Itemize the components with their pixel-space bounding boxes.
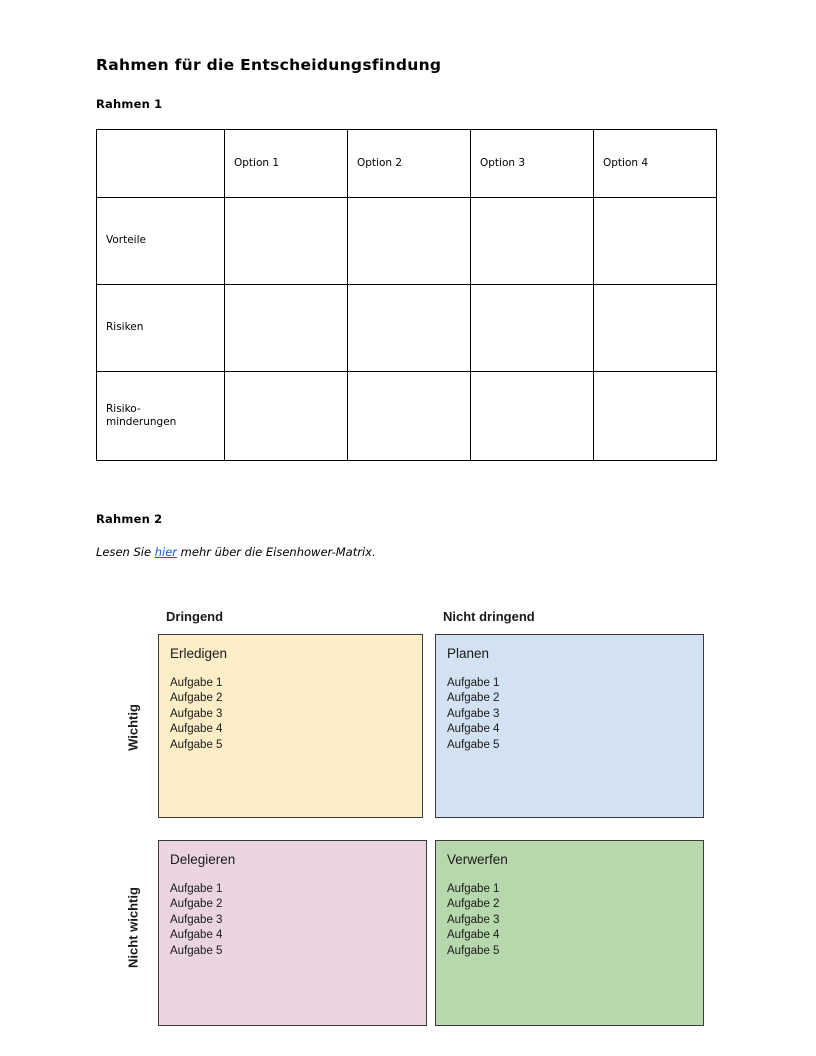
decision-matrix-table: Option 1 Option 2 Option 3 Option 4 Vort… [96, 129, 717, 461]
quadrant-title: Delegieren [170, 852, 236, 867]
list-item[interactable]: Aufgabe 5 [447, 738, 703, 754]
table-cell-risikominderungen-option-4[interactable] [593, 371, 717, 461]
list-item[interactable]: Aufgabe 3 [447, 707, 703, 723]
quadrant-task-list: Aufgabe 1 Aufgabe 2 Aufgabe 3 Aufgabe 4 … [447, 676, 703, 754]
eisenhower-intro-text: Lesen Sie hier mehr über die Eisenhower-… [96, 545, 376, 559]
row-label-line-2: minderungen [106, 416, 177, 428]
list-item[interactable]: Aufgabe 1 [170, 882, 426, 898]
list-item[interactable]: Aufgabe 2 [447, 691, 703, 707]
quadrant-title: Verwerfen [447, 852, 508, 867]
list-item[interactable]: Aufgabe 4 [447, 928, 703, 944]
row-label-line-1: Risiko- [106, 402, 141, 415]
intro-text-before-link: Lesen Sie [96, 545, 155, 559]
table-row-label-risiken: Risiken [96, 284, 225, 372]
list-item[interactable]: Aufgabe 4 [447, 722, 703, 738]
table-cell-vorteile-option-1[interactable] [224, 197, 348, 285]
table-cell-vorteile-option-3[interactable] [470, 197, 594, 285]
list-item[interactable]: Aufgabe 5 [170, 944, 426, 960]
table-cell-risikominderungen-option-1[interactable] [224, 371, 348, 461]
list-item[interactable]: Aufgabe 2 [170, 691, 422, 707]
matrix-row-header-nicht-wichtig: Nicht wichtig [125, 887, 141, 968]
list-item[interactable]: Aufgabe 3 [447, 913, 703, 929]
section-heading-rahmen-1: Rahmen 1 [96, 97, 163, 111]
table-cell-risikominderungen-option-2[interactable] [347, 371, 471, 461]
list-item[interactable]: Aufgabe 1 [447, 676, 703, 692]
table-row: Risiko- minderungen [96, 371, 717, 461]
list-item[interactable]: Aufgabe 3 [170, 707, 422, 723]
table-column-header-option-1: Option 1 [224, 129, 348, 198]
matrix-quadrant-planen[interactable]: Planen Aufgabe 1 Aufgabe 2 Aufgabe 3 Auf… [435, 634, 704, 818]
intro-text-after-link: mehr über die Eisenhower-Matrix. [177, 545, 376, 559]
quadrant-task-list: Aufgabe 1 Aufgabe 2 Aufgabe 3 Aufgabe 4 … [170, 882, 426, 960]
matrix-quadrant-verwerfen[interactable]: Verwerfen Aufgabe 1 Aufgabe 2 Aufgabe 3 … [435, 840, 704, 1026]
table-corner-cell [96, 129, 225, 198]
table-row-label-risikominderungen: Risiko- minderungen [96, 371, 225, 461]
table-cell-risikominderungen-option-3[interactable] [470, 371, 594, 461]
list-item[interactable]: Aufgabe 4 [170, 722, 422, 738]
list-item[interactable]: Aufgabe 2 [447, 897, 703, 913]
table-cell-risiken-option-3[interactable] [470, 284, 594, 372]
quadrant-task-list: Aufgabe 1 Aufgabe 2 Aufgabe 3 Aufgabe 4 … [170, 676, 422, 754]
section-heading-rahmen-2: Rahmen 2 [96, 512, 163, 526]
table-row: Risiken [96, 284, 717, 372]
matrix-column-header-nicht-dringend: Nicht dringend [443, 609, 535, 624]
matrix-quadrant-erledigen[interactable]: Erledigen Aufgabe 1 Aufgabe 2 Aufgabe 3 … [158, 634, 423, 818]
list-item[interactable]: Aufgabe 4 [170, 928, 426, 944]
matrix-column-header-dringend: Dringend [166, 609, 224, 624]
table-row-label-vorteile: Vorteile [96, 197, 225, 285]
page-title: Rahmen für die Entscheidungsfindung [96, 56, 442, 74]
table-cell-risiken-option-1[interactable] [224, 284, 348, 372]
table-row: Vorteile [96, 197, 717, 285]
matrix-row-header-wichtig: Wichtig [125, 704, 141, 751]
table-cell-risiken-option-4[interactable] [593, 284, 717, 372]
list-item[interactable]: Aufgabe 3 [170, 913, 426, 929]
table-column-header-option-3: Option 3 [470, 129, 594, 198]
table-cell-vorteile-option-2[interactable] [347, 197, 471, 285]
table-column-header-option-2: Option 2 [347, 129, 471, 198]
quadrant-title: Erledigen [170, 646, 228, 661]
quadrant-title: Planen [447, 646, 490, 661]
table-column-header-option-4: Option 4 [593, 129, 717, 198]
list-item[interactable]: Aufgabe 2 [170, 897, 426, 913]
list-item[interactable]: Aufgabe 1 [447, 882, 703, 898]
document-page: Rahmen für die Entscheidungsfindung Rahm… [0, 0, 816, 1056]
list-item[interactable]: Aufgabe 5 [170, 738, 422, 754]
table-cell-vorteile-option-4[interactable] [593, 197, 717, 285]
table-cell-risiken-option-2[interactable] [347, 284, 471, 372]
eisenhower-matrix-link[interactable]: hier [155, 545, 177, 559]
table-header-row: Option 1 Option 2 Option 3 Option 4 [96, 129, 717, 198]
matrix-quadrant-delegieren[interactable]: Delegieren Aufgabe 1 Aufgabe 2 Aufgabe 3… [158, 840, 427, 1026]
list-item[interactable]: Aufgabe 1 [170, 676, 422, 692]
quadrant-task-list: Aufgabe 1 Aufgabe 2 Aufgabe 3 Aufgabe 4 … [447, 882, 703, 960]
list-item[interactable]: Aufgabe 5 [447, 944, 703, 960]
